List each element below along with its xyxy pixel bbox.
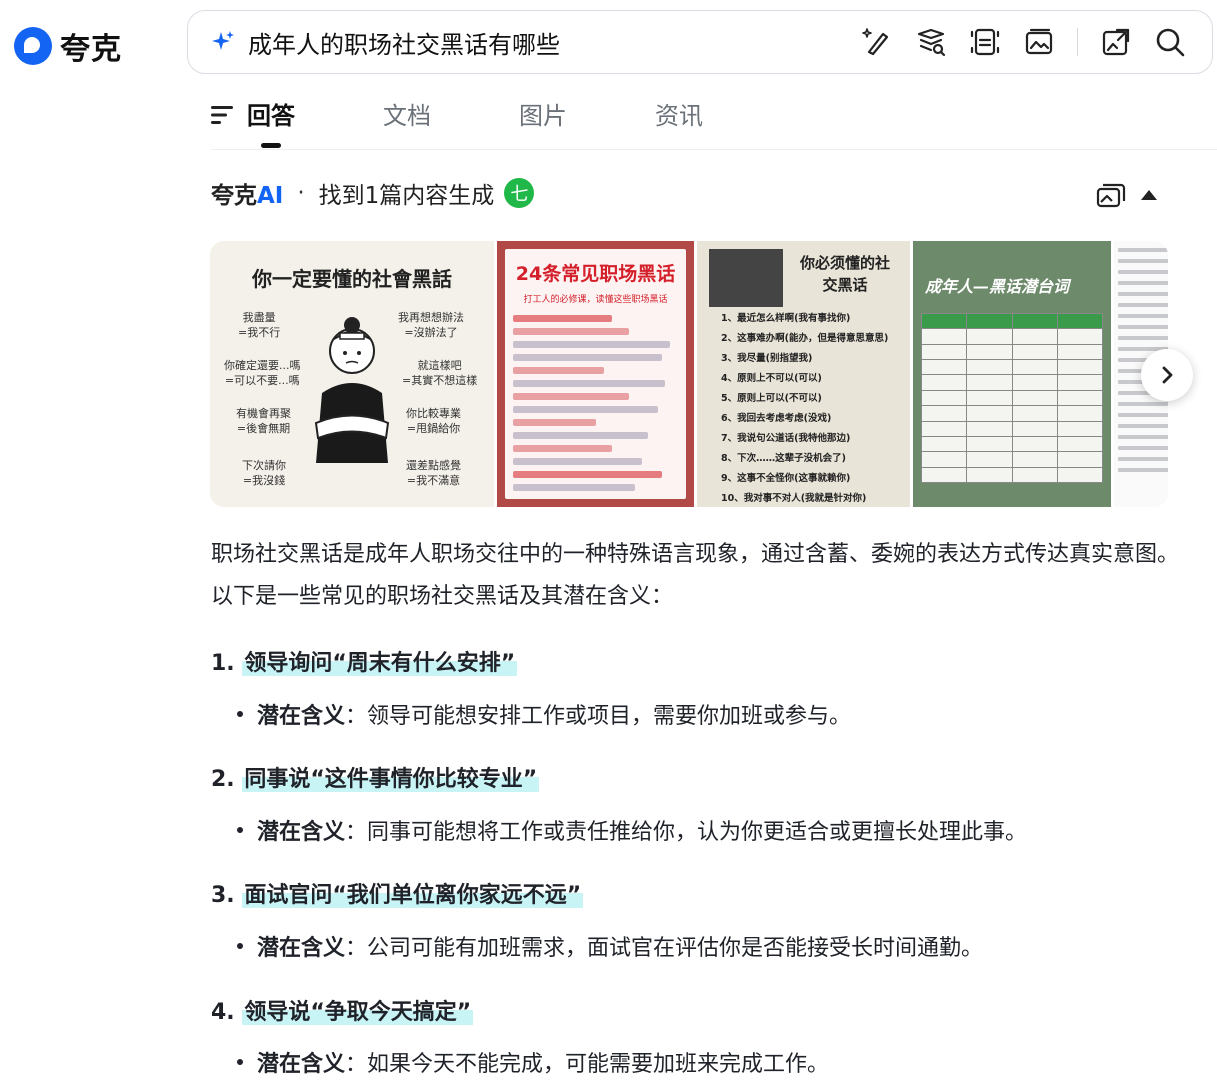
tab-answer[interactable]: 回答: [211, 96, 295, 148]
separator-dot: ·: [297, 180, 305, 206]
menu-lines-icon: [211, 106, 233, 124]
meaning-text: ：领导可能想安排工作或项目，需要你加班或参与。: [345, 704, 852, 729]
tab-label: 回答: [247, 102, 295, 130]
slang-pair: 下次請你 =我沒錢: [242, 459, 286, 487]
meaning-label: 潜在含义: [257, 1052, 346, 1077]
meaning-label: 潜在含义: [257, 820, 346, 845]
ai-tools: [1095, 180, 1157, 210]
chevron-right-icon: [1162, 366, 1173, 384]
image-search-icon[interactable]: [1023, 26, 1055, 58]
ai-brand: 夸克AI: [211, 183, 284, 209]
carousel-next-button[interactable]: [1141, 349, 1193, 401]
meaning-label: 潜在含义: [257, 704, 346, 729]
answer-item-meaning: 潜在含义 ：同事可能想将工作或责任推给你，认为你更适合或更擅长处理此事。: [237, 814, 1027, 846]
search-query[interactable]: 成年人的职场社交黑话有哪些: [248, 25, 861, 60]
quark-logo-icon: [14, 27, 52, 65]
tab-images[interactable]: 图片: [519, 96, 567, 148]
meaning-text: ：公司可能有加班需求，面试官在评估你是否能接受长时间通勤。: [345, 936, 984, 961]
pen-icon[interactable]: [861, 26, 893, 58]
translate-icon[interactable]: [915, 26, 947, 58]
image-title: 成年人—黑话潜台词: [925, 277, 1070, 296]
meaning-text: ：如果今天不能完成，可能需要加班来完成工作。: [345, 1052, 830, 1077]
quark-logo[interactable]: 夸克: [14, 24, 122, 68]
tab-label: 文档: [383, 102, 431, 130]
bullet-dot: [237, 711, 243, 717]
slang-pair: 你比較專業 =甩鍋給你: [406, 407, 461, 435]
tab-documents[interactable]: 文档: [383, 96, 431, 148]
tabs-divider: [211, 149, 1217, 150]
answer-item-meaning: 潜在含义 ：公司可能有加班需求，面试官在评估你是否能接受长时间通勤。: [237, 930, 983, 962]
portrait-photo: [709, 249, 783, 307]
source-count-badge[interactable]: 七: [504, 178, 535, 208]
gallery-icon[interactable]: [1095, 180, 1127, 210]
ai-summary-header: 夸克AI · 找到1篇内容生成 七: [211, 176, 535, 210]
slang-pair: 你確定還要...嗎 =可以不要...嗎: [224, 359, 301, 387]
tab-news[interactable]: 资讯: [655, 96, 703, 148]
bullet-dot: [237, 1059, 243, 1065]
answer-item-title: 4. 领导说“争取今天搞定”: [211, 1000, 474, 1025]
highlighted-title: 面试官问“我们单位离你家远不远”: [242, 883, 584, 908]
toolbar-divider: [1077, 28, 1078, 56]
meaning-text: ：同事可能想将工作或责任推给你，认为你更适合或更擅长处理此事。: [345, 820, 1028, 845]
search-bar[interactable]: 成年人的职场社交黑话有哪些: [187, 10, 1213, 74]
highlighted-title: 同事说“这件事情你比较专业”: [242, 767, 540, 792]
logo-text: 夸克: [60, 32, 122, 67]
cartoon-woman-illustration: [314, 317, 390, 463]
image-card-workplace-slang[interactable]: 24条常见职场黑话 打工人的必修课，读懂这些职场黑话: [497, 241, 694, 507]
text-lines: [513, 315, 678, 491]
image-card-social-slang[interactable]: 你一定要懂的社會黑話 我盡量 =我不行 我再想想辦法 =沒辦法了 你確定還要..…: [210, 241, 494, 507]
highlighted-title: 领导说“争取今天搞定”: [242, 1000, 474, 1025]
search-icon[interactable]: [1154, 26, 1186, 58]
bullet-dot: [237, 943, 243, 949]
image-card-subtext-table[interactable]: 成年人—黑话潜台词: [913, 241, 1111, 507]
slang-pair: 我盡量 =我不行: [238, 311, 281, 339]
sparkle-icon: [212, 31, 234, 50]
answer-item-title: 3. 面试官问“我们单位离你家远不远”: [211, 883, 584, 908]
answer-item-meaning: 潜在含义 ：如果今天不能完成，可能需要加班来完成工作。: [237, 1046, 829, 1078]
collapse-caret-icon[interactable]: [1141, 190, 1157, 200]
image-subtitle: 打工人的必修课，读懂这些职场黑话: [523, 295, 668, 305]
slang-pair: 我再想想辦法 =沒辦法了: [398, 311, 464, 339]
answer-intro: 职场社交黑话是成年人职场交往中的一种特殊语言现象，通过含蓄、委婉的表达方式传达真…: [211, 542, 1180, 609]
image-carousel: 你一定要懂的社會黑話 我盡量 =我不行 我再想想辦法 =沒辦法了 你確定還要..…: [210, 241, 1168, 507]
screenshot-icon[interactable]: [1100, 26, 1132, 58]
highlighted-title: 领导询问“周末有什么安排”: [242, 651, 518, 676]
answer-item-meaning: 潜在含义 ：领导可能想安排工作或项目，需要你加班或参与。: [237, 698, 851, 730]
ai-status: 找到1篇内容生成: [318, 183, 495, 209]
scan-icon[interactable]: [969, 26, 1001, 58]
slang-pair: 有機會再聚 =後會無期: [236, 407, 291, 435]
tab-label: 图片: [519, 102, 567, 130]
meaning-label: 潜在含义: [257, 936, 346, 961]
result-tabs: 回答 文档 图片 资讯: [211, 96, 791, 148]
image-title: 你一定要懂的社會黑話: [252, 267, 452, 291]
image-title: 24条常见职场黑话: [515, 263, 676, 285]
answer-item-title: 1. 领导询问“周末有什么安排”: [211, 651, 518, 676]
answer-item-title: 2. 同事说“这件事情你比较专业”: [211, 767, 540, 792]
bullet-dot: [237, 827, 243, 833]
slang-pair: 就這樣吧 =其實不想這樣: [402, 359, 478, 387]
tab-label: 资讯: [655, 102, 703, 130]
phrase-list: 1、最近怎么样啊(我有事找你) 2、这事难办啊(能办，但是得意思意思) 3、我尽…: [721, 313, 889, 504]
image-title: 你必须懂的社交黑话: [799, 254, 890, 294]
slang-pair: 還差點感覺 =我不滿意: [406, 459, 461, 487]
image-card-social-phrases[interactable]: 你必须懂的社交黑话 1、最近怎么样啊(我有事找你) 2、这事难办啊(能办，但是得…: [697, 241, 910, 507]
slang-table: [921, 313, 1103, 483]
